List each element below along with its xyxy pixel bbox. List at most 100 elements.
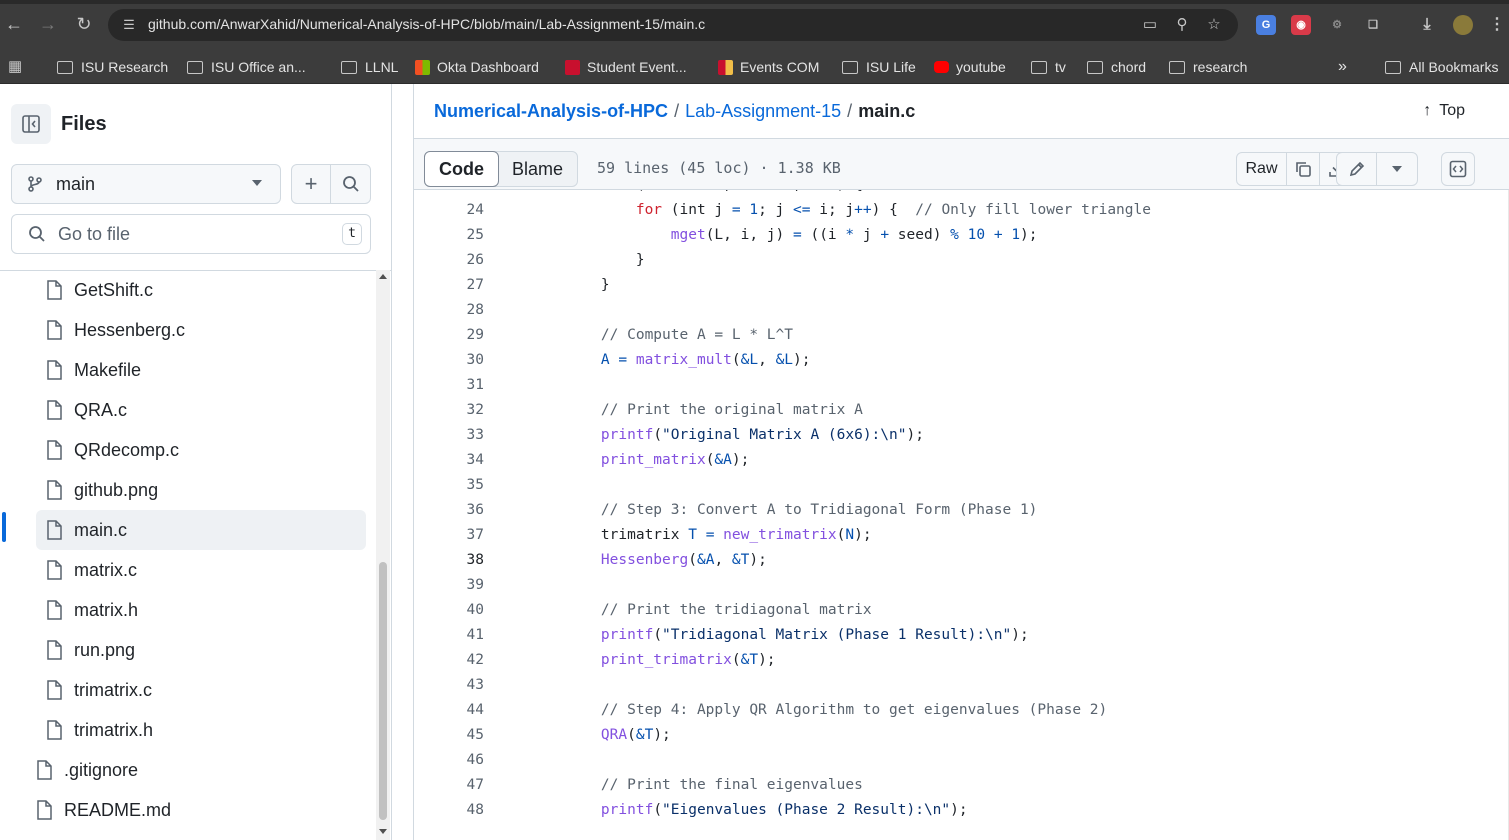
line-number[interactable]: 38 [414,548,484,573]
bookmark-llnl[interactable]: LLNL [341,55,398,79]
url-text[interactable]: github.com/AnwarXahid/Numerical-Analysis… [148,16,705,32]
line-number[interactable]: 33 [414,423,484,448]
chevron-down-icon[interactable] [1377,153,1417,185]
bookmark-isu-life[interactable]: ISU Life [842,55,916,79]
tree-file-item[interactable]: trimatrix.c [36,670,356,710]
breadcrumb-folder[interactable]: Lab-Assignment-15 [685,101,841,121]
search-icon[interactable] [331,165,370,203]
install-app-icon[interactable]: ▭ [1140,15,1160,35]
line-number[interactable]: 35 [414,473,484,498]
browser-menu-icon[interactable]: ⋮ [1487,15,1507,35]
tree-file-item[interactable]: github.png [36,470,356,510]
bookmark-chord[interactable]: chord [1087,55,1146,79]
line-number[interactable]: 27 [414,273,484,298]
apps-grid-icon[interactable]: ▦ [8,55,22,79]
scroll-up-icon[interactable] [379,274,387,279]
scroll-thumb[interactable] [379,562,387,820]
file-icon [36,800,52,820]
line-number[interactable]: 43 [414,673,484,698]
breadcrumb-separator: / [674,101,680,121]
line-number[interactable]: 23 [414,190,484,198]
code-text: // Print the original matrix A [600,402,863,418]
line-number[interactable]: 41 [414,623,484,648]
address-bar[interactable]: ☰ github.com/AnwarXahid/Numerical-Analys… [108,9,1238,41]
tree-file-item[interactable]: .gitignore [26,750,346,790]
code-line: 38 Hessenberg(&A, &T); [414,548,1509,573]
all-bookmarks[interactable]: All Bookmarks [1385,55,1498,79]
extension-icon[interactable]: ◉ [1291,15,1311,35]
breadcrumb-repo[interactable]: Numerical-Analysis-of-HPC [434,101,668,121]
code-line: 41 printf("Tridiagonal Matrix (Phase 1 R… [414,623,1509,648]
line-number[interactable]: 36 [414,498,484,523]
extension-robot-icon[interactable]: ⚙ [1327,15,1347,35]
code-line: 46 [414,748,1509,773]
breadcrumb-file: main.c [858,101,916,121]
tree-file-item[interactable]: QRA.c [36,390,356,430]
line-number[interactable]: 47 [414,773,484,798]
tree-file-item[interactable]: matrix.c [36,550,356,590]
reload-icon[interactable]: ↻ [70,10,98,38]
bookmark-isu-office[interactable]: ISU Office an... [187,55,306,79]
tree-file-item[interactable]: run.png [36,630,356,670]
folder-icon [57,60,73,74]
tab-blame[interactable]: Blame [498,152,577,186]
tab-code[interactable]: Code [424,151,499,187]
bookmark-isu-research[interactable]: ISU Research [57,55,168,79]
bookmark-research[interactable]: research [1169,55,1247,79]
code-view[interactable]: 23 for (int i = 1; i <= N; i++) {24 for … [414,190,1509,840]
profile-avatar[interactable] [1453,15,1473,35]
tree-file-item[interactable]: QRdecomp.c [36,430,356,470]
line-number[interactable]: 30 [414,348,484,373]
line-number[interactable]: 39 [414,573,484,598]
bookmark-tv[interactable]: tv [1031,55,1066,79]
tree-file-item[interactable]: README.md [26,790,346,830]
tree-file-item[interactable]: Hessenberg.c [36,310,356,350]
bookmark-okta[interactable]: Okta Dashboard [415,55,539,79]
line-number[interactable]: 26 [414,248,484,273]
line-number[interactable]: 29 [414,323,484,348]
forward-icon[interactable]: → [34,10,62,38]
bookmark-events-com[interactable]: Events COM [718,55,819,79]
symbols-panel-icon[interactable] [1441,152,1475,186]
line-number[interactable]: 31 [414,373,484,398]
line-number[interactable]: 45 [414,723,484,748]
scroll-down-icon[interactable] [379,829,387,834]
tree-file-item[interactable]: Makefile [36,350,356,390]
back-icon[interactable]: ← [0,10,28,38]
line-number[interactable]: 40 [414,598,484,623]
line-number[interactable]: 46 [414,748,484,773]
site-info-icon[interactable]: ☰ [120,16,138,34]
line-number[interactable]: 24 [414,198,484,223]
line-number[interactable]: 28 [414,298,484,323]
add-file-icon[interactable]: + [292,165,332,203]
tree-file-item[interactable]: GetShift.c [36,270,356,310]
tree-file-item[interactable]: main.c [36,510,366,550]
bookmark-star-icon[interactable]: ☆ [1204,15,1224,35]
line-number[interactable]: 42 [414,648,484,673]
downloads-icon[interactable]: ⤓ [1417,15,1437,35]
line-number[interactable]: 44 [414,698,484,723]
bookmark-youtube[interactable]: youtube [934,55,1006,79]
extensions-puzzle-icon[interactable]: ❏ [1363,15,1383,35]
bookmark-student-event[interactable]: Student Event... [565,55,687,79]
more-bookmarks-icon[interactable]: » [1338,55,1347,79]
copy-icon[interactable] [1287,153,1320,185]
tree-file-item[interactable]: trimatrix.h [36,710,356,750]
line-number[interactable]: 32 [414,398,484,423]
collapse-sidebar-icon[interactable] [11,104,51,144]
line-number[interactable]: 37 [414,523,484,548]
pencil-icon[interactable] [1337,153,1378,185]
branch-selector[interactable]: main [11,164,281,204]
file-icon [46,400,62,420]
line-number[interactable]: 25 [414,223,484,248]
zoom-icon[interactable]: ⚲ [1172,15,1192,35]
tree-file-item[interactable]: matrix.h [36,590,356,630]
top-button[interactable]: ↑ Top [1423,102,1465,120]
code-text: printf("Eigenvalues (Phase 2 Result):\n"… [600,802,968,818]
sidebar-scrollbar[interactable] [376,270,390,840]
line-number[interactable]: 34 [414,448,484,473]
raw-button[interactable]: Raw [1237,153,1287,185]
line-number[interactable]: 48 [414,798,484,823]
translate-extension-icon[interactable]: G [1256,15,1276,35]
go-to-file-input[interactable]: Go to file t [11,214,371,254]
